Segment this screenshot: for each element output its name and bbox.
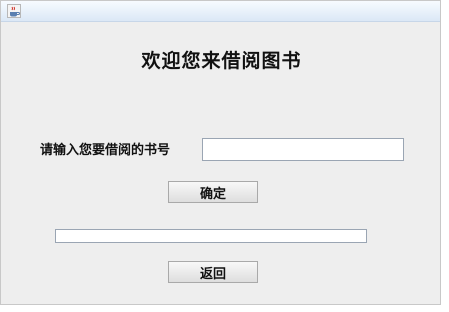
java-cup-icon: [7, 4, 21, 18]
book-number-input[interactable]: [202, 138, 404, 161]
app-window: 欢迎您来借阅图书 请输入您要借阅的书号 确定 返回: [0, 0, 441, 305]
book-number-label: 请输入您要借阅的书号: [40, 143, 171, 158]
title-bar[interactable]: [1, 1, 440, 22]
confirm-button[interactable]: 确定: [168, 181, 258, 203]
result-field: [55, 229, 367, 243]
back-button[interactable]: 返回: [168, 261, 258, 283]
page-title: 欢迎您来借阅图书: [141, 50, 302, 72]
